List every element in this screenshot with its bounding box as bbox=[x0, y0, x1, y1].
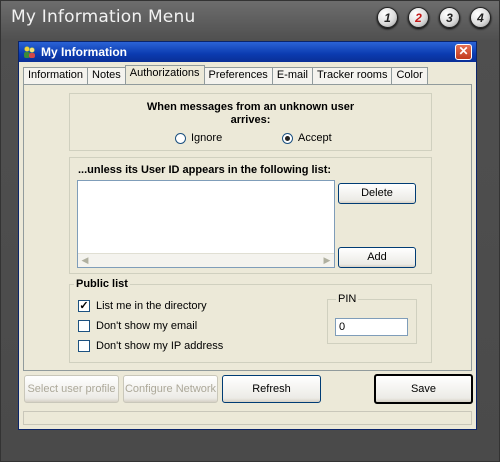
delete-button[interactable]: Delete bbox=[338, 183, 416, 204]
exceptions-label: ...unless its User ID appears in the fol… bbox=[78, 164, 332, 176]
accept-radio-dot[interactable] bbox=[282, 132, 293, 144]
list-in-directory-label: List me in the directory bbox=[96, 300, 207, 312]
my-information-window: My Information ✕ Information Notes Autho… bbox=[18, 41, 477, 430]
tab-authorizations[interactable]: Authorizations bbox=[124, 65, 205, 84]
accept-radio[interactable]: Accept bbox=[282, 132, 332, 144]
unknown-messages-title: When messages from an unknown user arriv… bbox=[146, 101, 355, 126]
step-1-button[interactable]: 1 bbox=[377, 7, 398, 28]
tab-tracker-rooms[interactable]: Tracker rooms bbox=[311, 67, 393, 84]
public-list-legend: Public list bbox=[74, 278, 130, 290]
pin-label: PIN bbox=[336, 293, 359, 305]
save-button[interactable]: Save bbox=[374, 374, 473, 404]
tab-email[interactable]: E-mail bbox=[271, 67, 313, 84]
app-frame: My Information Menu 1 2 3 4 My Informati… bbox=[0, 0, 500, 462]
configure-network-button[interactable]: Configure Network bbox=[123, 375, 218, 403]
unknown-messages-group: When messages from an unknown user arriv… bbox=[69, 93, 432, 151]
hide-ip-checkbox[interactable]: Don't show my IP address bbox=[78, 340, 223, 352]
tab-information[interactable]: Information bbox=[23, 67, 89, 84]
add-button[interactable]: Add bbox=[338, 247, 416, 268]
window-titlebar: My Information ✕ bbox=[19, 42, 476, 62]
exceptions-group: ...unless its User ID appears in the fol… bbox=[69, 157, 432, 274]
users-icon bbox=[23, 45, 37, 59]
action-bar: Select user profile Configure Network Re… bbox=[19, 373, 476, 407]
hide-email-checkbox[interactable]: Don't show my email bbox=[78, 320, 197, 332]
list-horizontal-scrollbar[interactable]: ◀ ▶ bbox=[78, 253, 334, 267]
window-title: My Information bbox=[41, 45, 127, 59]
select-user-profile-button[interactable]: Select user profile bbox=[24, 375, 119, 403]
pin-group: PIN 0 bbox=[327, 293, 417, 344]
ignore-radio-dot[interactable] bbox=[175, 132, 186, 144]
tab-preferences[interactable]: Preferences bbox=[203, 67, 273, 84]
tab-strip: Information Notes Authorizations Prefere… bbox=[23, 65, 428, 84]
hide-ip-label: Don't show my IP address bbox=[96, 340, 224, 352]
step-3-button[interactable]: 3 bbox=[439, 7, 460, 28]
list-in-directory-check-icon[interactable]: ✓ bbox=[78, 300, 90, 312]
ignore-radio[interactable]: Ignore bbox=[175, 132, 222, 144]
app-title: My Information Menu bbox=[11, 7, 196, 27]
step-4-button[interactable]: 4 bbox=[470, 7, 491, 28]
tab-color[interactable]: Color bbox=[391, 67, 428, 84]
accept-radio-label: Accept bbox=[298, 132, 332, 144]
hide-email-box[interactable] bbox=[78, 320, 90, 332]
scroll-left-icon[interactable]: ◀ bbox=[79, 255, 91, 266]
refresh-button[interactable]: Refresh bbox=[222, 375, 321, 403]
scroll-right-icon[interactable]: ▶ bbox=[321, 255, 333, 266]
step-2-button[interactable]: 2 bbox=[408, 7, 429, 28]
ignore-radio-label: Ignore bbox=[191, 132, 223, 144]
tab-notes[interactable]: Notes bbox=[87, 67, 126, 84]
list-in-directory-checkbox[interactable]: ✓ List me in the directory bbox=[78, 300, 207, 312]
user-id-list[interactable]: ◀ ▶ bbox=[77, 180, 335, 268]
hide-email-label: Don't show my email bbox=[96, 320, 198, 332]
hide-ip-box[interactable] bbox=[78, 340, 90, 352]
authorizations-panel: When messages from an unknown user arriv… bbox=[23, 84, 472, 371]
public-list-group: Public list ✓ List me in the directory D… bbox=[69, 278, 432, 363]
pin-field[interactable]: 0 bbox=[335, 318, 408, 336]
status-bar bbox=[23, 411, 472, 425]
step-indicators: 1 2 3 4 bbox=[377, 7, 491, 28]
close-button[interactable]: ✕ bbox=[455, 44, 472, 60]
